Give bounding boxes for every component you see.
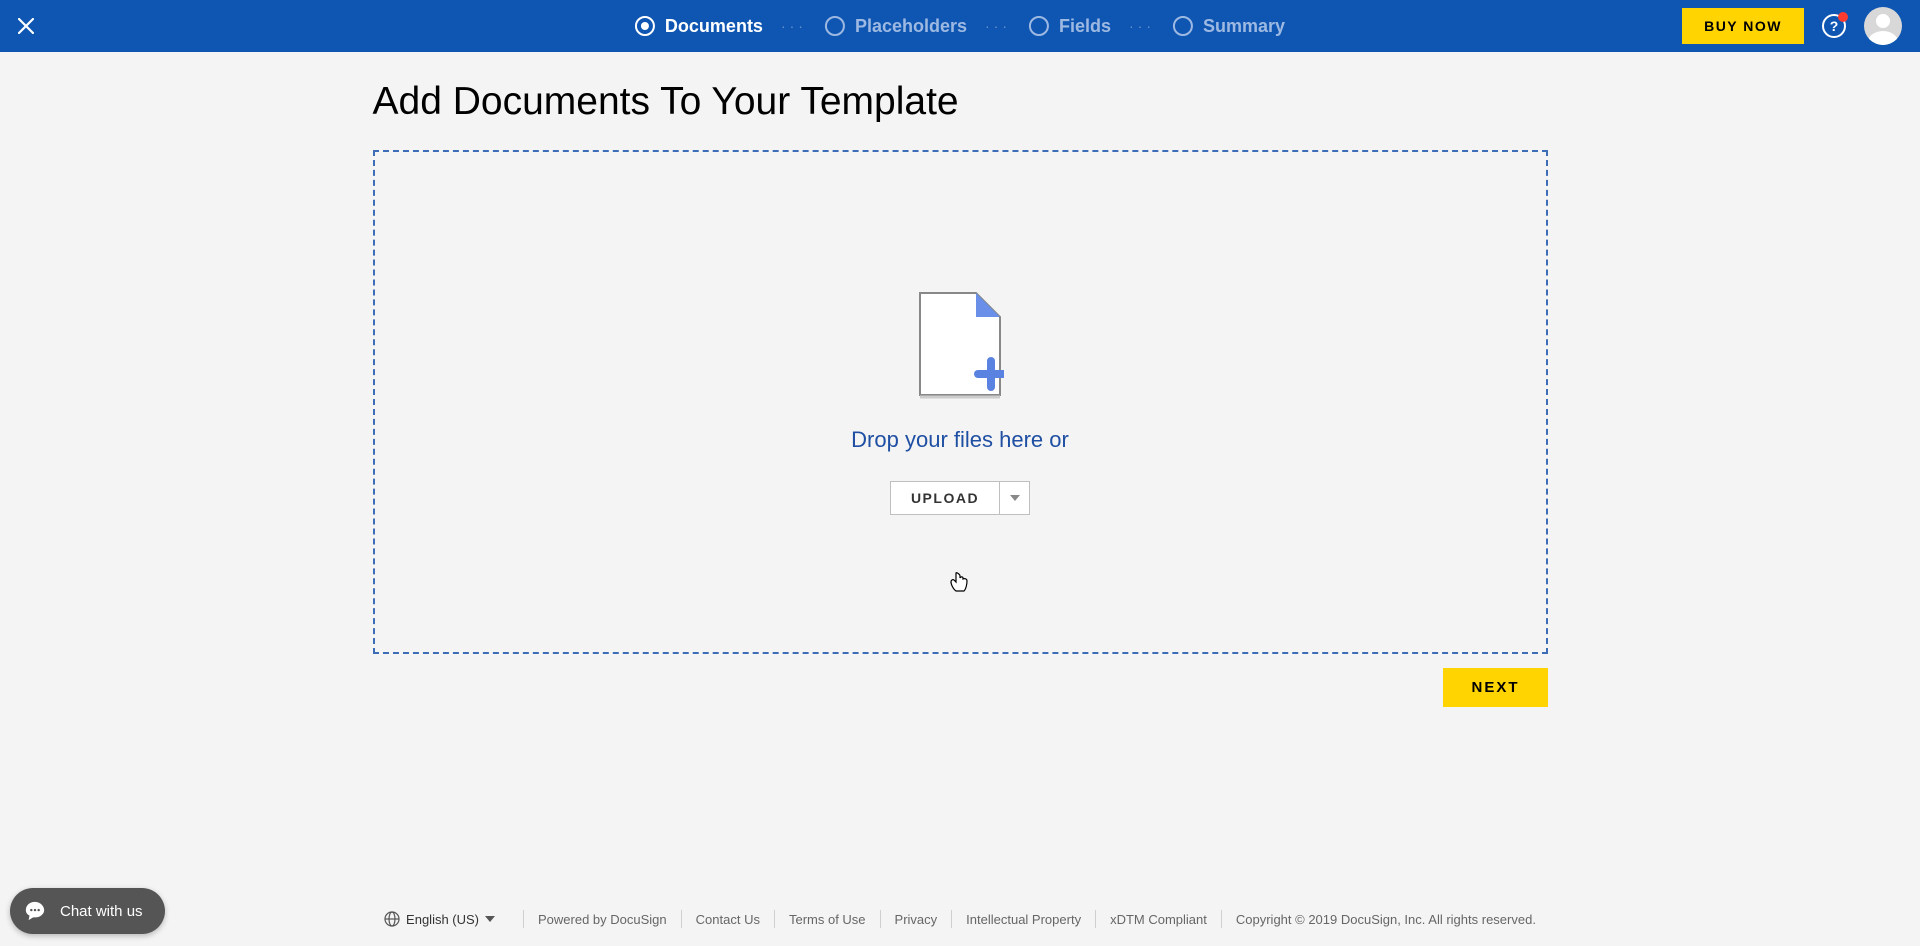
wizard-steps: Documents ··· Placeholders ··· Fields ··…: [635, 0, 1285, 52]
footer-link-contact[interactable]: Contact Us: [696, 912, 760, 927]
caret-down-icon: [485, 916, 495, 922]
step-label: Summary: [1203, 16, 1285, 37]
footer-link-xdtm[interactable]: xDTM Compliant: [1110, 912, 1207, 927]
step-fields[interactable]: Fields: [1029, 16, 1111, 37]
footer: English (US) Powered by DocuSign Contact…: [0, 910, 1920, 928]
separator-icon: [523, 910, 524, 928]
step-summary[interactable]: Summary: [1173, 16, 1285, 37]
footer-link-terms[interactable]: Terms of Use: [789, 912, 866, 927]
radio-active-icon: [635, 16, 655, 36]
separator-icon: [774, 910, 775, 928]
chat-widget[interactable]: Chat with us: [10, 888, 165, 934]
page-title: Add Documents To Your Template: [373, 80, 1548, 124]
step-label: Fields: [1059, 16, 1111, 37]
powered-by-label: Powered by DocuSign: [538, 912, 667, 927]
header: Documents ··· Placeholders ··· Fields ··…: [0, 0, 1920, 52]
action-row: NEXT: [373, 668, 1548, 707]
upload-button[interactable]: UPLOAD: [891, 482, 999, 514]
step-documents[interactable]: Documents: [635, 16, 763, 37]
caret-down-icon: [1010, 495, 1020, 501]
profile-avatar[interactable]: [1864, 7, 1902, 45]
language-label: English (US): [406, 912, 479, 927]
notification-badge-icon: [1838, 12, 1848, 22]
document-add-icon: [916, 289, 1004, 399]
step-separator-icon: ···: [781, 18, 807, 34]
cursor-pointer-icon: [950, 572, 968, 592]
separator-icon: [1221, 910, 1222, 928]
header-actions: BUY NOW ?: [1682, 7, 1920, 45]
step-separator-icon: ···: [985, 18, 1011, 34]
help-button[interactable]: ?: [1822, 14, 1846, 38]
radio-empty-icon: [825, 16, 845, 36]
footer-link-privacy[interactable]: Privacy: [895, 912, 938, 927]
buy-now-button[interactable]: BUY NOW: [1682, 8, 1804, 44]
main-content: Add Documents To Your Template Drop your…: [373, 52, 1548, 707]
copyright-label: Copyright © 2019 DocuSign, Inc. All righ…: [1236, 912, 1536, 927]
step-separator-icon: ···: [1129, 18, 1155, 34]
upload-dropdown-button[interactable]: [999, 482, 1029, 514]
separator-icon: [951, 910, 952, 928]
next-button[interactable]: NEXT: [1443, 668, 1547, 707]
language-selector[interactable]: English (US): [384, 911, 509, 927]
chat-label: Chat with us: [60, 903, 143, 920]
radio-empty-icon: [1173, 16, 1193, 36]
file-dropzone[interactable]: Drop your files here or UPLOAD: [373, 150, 1548, 654]
separator-icon: [681, 910, 682, 928]
upload-button-group: UPLOAD: [890, 481, 1030, 515]
close-button[interactable]: [0, 0, 52, 52]
step-label: Placeholders: [855, 16, 967, 37]
footer-link-ip[interactable]: Intellectual Property: [966, 912, 1081, 927]
chat-bubble-icon: [24, 900, 46, 922]
separator-icon: [1095, 910, 1096, 928]
dropzone-label: Drop your files here or: [851, 427, 1069, 453]
help-icon: ?: [1830, 18, 1839, 34]
step-label: Documents: [665, 16, 763, 37]
step-placeholders[interactable]: Placeholders: [825, 16, 967, 37]
globe-icon: [384, 911, 400, 927]
close-icon: [18, 18, 34, 34]
separator-icon: [880, 910, 881, 928]
radio-empty-icon: [1029, 16, 1049, 36]
